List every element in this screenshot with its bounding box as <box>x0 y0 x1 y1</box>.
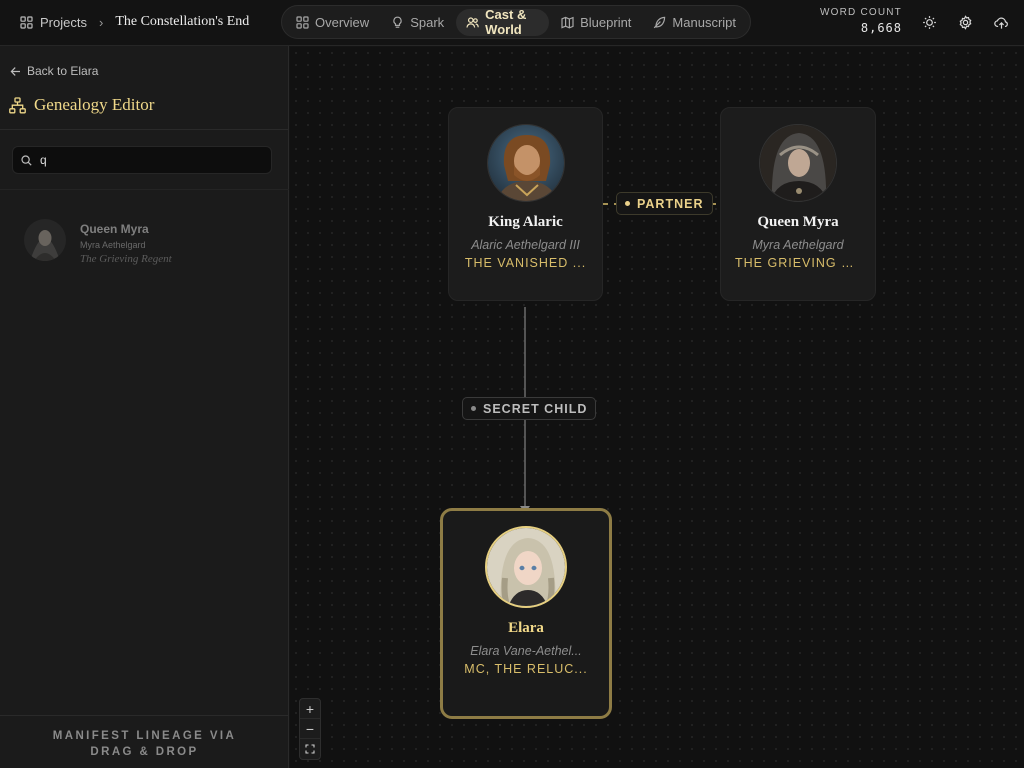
avatar <box>759 124 837 202</box>
result-title: The Grieving Regent <box>80 253 172 265</box>
tab-label: Blueprint <box>580 14 632 30</box>
story-title[interactable]: The Constellation's End <box>115 14 249 30</box>
character-node-elara[interactable]: Elara Elara Vane-Aethel... MC, THE RELUC… <box>440 508 612 719</box>
edge-label-text: PARTNER <box>637 196 704 211</box>
zoom-controls: + − <box>299 698 321 760</box>
dot-icon <box>625 201 630 206</box>
lightbulb-icon <box>391 16 404 29</box>
zoom-out-button[interactable]: − <box>300 719 320 739</box>
breadcrumb: Projects › The Constellation's End <box>20 0 249 44</box>
users-icon <box>466 16 479 29</box>
drag-drop-hint: MANIFEST LINEAGE VIA DRAG & DROP <box>0 715 289 768</box>
tab-overview[interactable]: Overview <box>286 9 379 36</box>
page-title-text: Genealogy Editor <box>34 95 155 114</box>
arrow-left-icon <box>10 66 21 77</box>
cloud-sync-button[interactable] <box>992 13 1010 31</box>
back-label: Back to Elara <box>27 64 99 78</box>
tab-blueprint[interactable]: Blueprint <box>551 9 641 36</box>
avatar <box>24 219 66 261</box>
tab-label: Manuscript <box>672 14 736 30</box>
grid-icon <box>20 15 33 29</box>
genealogy-canvas[interactable]: King Alaric Alaric Aethelgard III THE VA… <box>290 47 1024 768</box>
node-title: THE VANISHED ... <box>464 256 587 270</box>
avatar <box>486 124 565 202</box>
family-tree-icon <box>9 96 26 114</box>
avatar <box>485 526 567 608</box>
page-title: Genealogy Editor <box>9 95 154 115</box>
node-title: THE GRIEVING R... <box>735 256 865 270</box>
node-title: MC, THE RELUC... <box>464 662 588 676</box>
back-button[interactable]: Back to Elara <box>10 64 98 78</box>
node-full-name: Alaric Aethelgard III <box>471 238 580 252</box>
feather-icon <box>653 16 666 29</box>
result-name: Queen Myra <box>80 222 149 236</box>
result-full-name: Myra Aethelgard <box>80 240 146 250</box>
zoom-in-button[interactable]: + <box>300 699 320 719</box>
node-name: King Alaric <box>488 214 563 230</box>
tab-spark[interactable]: Spark <box>381 9 454 36</box>
node-name: Queen Myra <box>757 214 839 230</box>
projects-link[interactable]: Projects <box>20 15 87 30</box>
fit-screen-icon <box>305 744 315 754</box>
sun-icon <box>922 15 937 30</box>
genealogy-sidebar: Back to Elara Genealogy Editor Queen Myr… <box>0 46 289 768</box>
word-count-value: 8,668 <box>860 21 902 35</box>
character-search[interactable] <box>12 146 272 174</box>
node-full-name: Myra Aethelgard <box>752 238 844 252</box>
search-icon <box>21 154 32 166</box>
search-input[interactable] <box>40 153 260 167</box>
tab-label: Spark <box>410 14 445 30</box>
settings-button[interactable] <box>956 13 974 31</box>
tab-cast-world[interactable]: Cast & World <box>456 7 550 37</box>
partner-edge-label[interactable]: PARTNER <box>616 192 713 215</box>
node-full-name: Elara Vane-Aethel... <box>470 644 582 658</box>
grid-icon <box>296 15 309 29</box>
fit-view-button[interactable] <box>300 739 320 759</box>
projects-label: Projects <box>40 14 87 30</box>
tab-manuscript[interactable]: Manuscript <box>643 9 746 36</box>
dot-icon <box>471 406 476 411</box>
search-result-item[interactable]: Queen Myra Myra Aethelgard The Grieving … <box>24 219 274 265</box>
word-count-label: WORD COUNT <box>820 7 902 18</box>
tab-label: Overview <box>315 14 370 30</box>
top-bar: Projects › The Constellation's End Overv… <box>0 0 1024 46</box>
node-name: Elara <box>508 620 544 636</box>
relationship-lines <box>520 203 724 513</box>
character-node-myra[interactable]: Queen Myra Myra Aethelgard THE GRIEVING … <box>720 107 876 301</box>
gear-icon <box>958 14 973 30</box>
divider <box>0 189 289 190</box>
secret-child-edge-label[interactable]: SECRET CHILD <box>462 397 597 420</box>
tab-label: Cast & World <box>485 7 527 37</box>
cloud-upload-icon <box>993 15 1009 30</box>
chevron-right-icon: › <box>98 14 104 30</box>
theme-toggle-button[interactable] <box>920 13 938 31</box>
edge-label-text: SECRET CHILD <box>483 401 588 416</box>
main-tabs: Overview Spark Cast & World Blueprint Ma… <box>281 5 751 39</box>
map-icon <box>561 16 574 29</box>
divider <box>0 129 289 130</box>
word-count: WORD COUNT 8,668 <box>812 7 902 35</box>
character-node-alaric[interactable]: King Alaric Alaric Aethelgard III THE VA… <box>448 107 603 301</box>
